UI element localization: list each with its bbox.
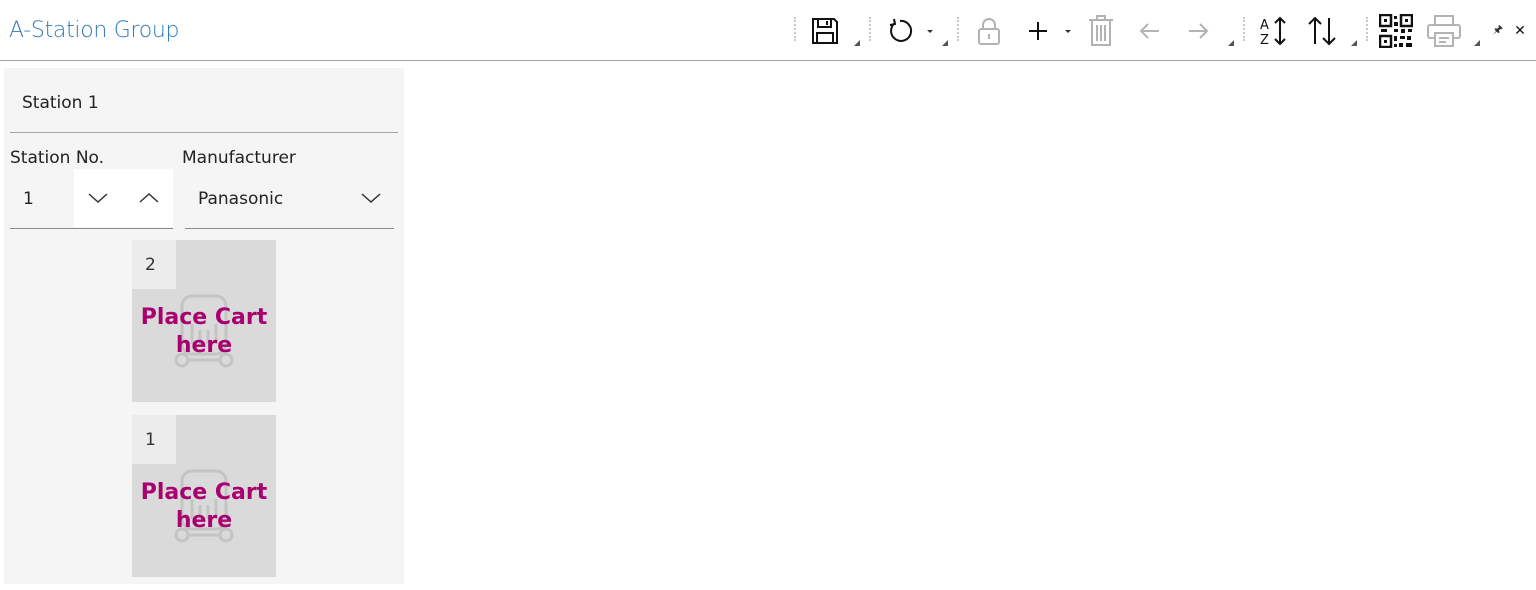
place-cart-text: Place Cart here bbox=[140, 305, 268, 358]
manufacturer-underline bbox=[185, 228, 394, 229]
station-no-underline bbox=[10, 228, 173, 229]
chevron-down-icon bbox=[361, 193, 381, 204]
svg-text:A: A bbox=[1260, 18, 1269, 33]
manufacturer-select[interactable]: Panasonic bbox=[198, 189, 283, 209]
window-title: A-Station Group bbox=[9, 18, 180, 43]
close-button[interactable]: ✕ bbox=[1510, 0, 1530, 61]
toolbar-separator bbox=[794, 17, 796, 41]
station-no-label: Station No. bbox=[10, 148, 105, 168]
manufacturer-label: Manufacturer bbox=[182, 148, 296, 168]
station-no-input[interactable]: 1 bbox=[23, 189, 34, 209]
chevron-down-icon bbox=[88, 193, 108, 204]
chevron-up-icon bbox=[139, 192, 159, 203]
svg-text:Z: Z bbox=[1260, 33, 1269, 47]
qr-code-button[interactable] bbox=[1378, 0, 1414, 61]
qr-code-icon bbox=[1379, 13, 1413, 48]
add-button[interactable] bbox=[1021, 0, 1055, 61]
arrow-left-icon bbox=[1139, 22, 1159, 39]
toolbar-separator bbox=[1366, 17, 1368, 41]
slot-number: 2 bbox=[145, 255, 156, 275]
sort-az-icon: AZ bbox=[1260, 16, 1286, 47]
station-panel: Station 1 Station No. Manufacturer 1 Pan… bbox=[4, 68, 404, 584]
divider bbox=[10, 132, 398, 133]
manufacturer-dropdown-button[interactable] bbox=[358, 186, 384, 210]
add-dropdown[interactable] bbox=[1060, 0, 1076, 61]
station-title: Station 1 bbox=[22, 93, 99, 113]
sort-direction-button[interactable] bbox=[1303, 0, 1341, 61]
cart-slot[interactable]: 1 Place Cart here bbox=[132, 415, 276, 577]
trash-icon bbox=[1089, 14, 1113, 46]
refresh-menu-corner[interactable] bbox=[942, 40, 948, 46]
print-button[interactable] bbox=[1425, 0, 1463, 61]
refresh-dropdown[interactable] bbox=[922, 0, 938, 61]
dropdown-caret-icon bbox=[1065, 29, 1071, 33]
back-button[interactable] bbox=[1134, 0, 1166, 61]
window-header: A-Station Group AZ 🖈 ✕ bbox=[0, 0, 1536, 61]
refresh-button[interactable] bbox=[882, 0, 918, 61]
plus-icon bbox=[1029, 21, 1047, 40]
save-button[interactable] bbox=[806, 0, 844, 61]
pin-icon: 🖈 bbox=[1492, 23, 1504, 36]
delete-button[interactable] bbox=[1084, 0, 1118, 61]
cart-slot[interactable]: 2 Place Cart here bbox=[132, 240, 276, 402]
toolbar-separator bbox=[1243, 17, 1245, 41]
toolbar-separator bbox=[869, 17, 871, 41]
lock-icon bbox=[978, 17, 1000, 45]
save-menu-corner[interactable] bbox=[854, 40, 860, 46]
dropdown-caret-icon bbox=[927, 29, 933, 33]
slot-number-box: 2 bbox=[132, 240, 176, 289]
slot-number: 1 bbox=[145, 430, 156, 450]
slot-number-box: 1 bbox=[132, 415, 176, 464]
refresh-icon bbox=[889, 18, 913, 42]
toolbar-separator bbox=[957, 17, 959, 41]
pin-button[interactable]: 🖈 bbox=[1489, 0, 1507, 61]
sort-updown-icon bbox=[1308, 16, 1336, 45]
lock-button[interactable] bbox=[972, 0, 1006, 61]
nav-menu-corner[interactable] bbox=[1228, 40, 1234, 46]
arrow-right-icon bbox=[1189, 22, 1209, 39]
print-menu-corner[interactable] bbox=[1474, 40, 1480, 46]
station-no-stepper bbox=[74, 169, 173, 227]
sort-az-button[interactable]: AZ bbox=[1256, 0, 1290, 61]
place-cart-text: Place Cart here bbox=[140, 480, 268, 533]
decrement-button[interactable] bbox=[74, 169, 122, 227]
forward-button[interactable] bbox=[1182, 0, 1214, 61]
increment-button[interactable] bbox=[125, 169, 173, 227]
printer-icon bbox=[1427, 14, 1461, 47]
sort-menu-corner[interactable] bbox=[1351, 40, 1357, 46]
save-icon bbox=[812, 17, 838, 44]
close-icon: ✕ bbox=[1514, 22, 1526, 39]
